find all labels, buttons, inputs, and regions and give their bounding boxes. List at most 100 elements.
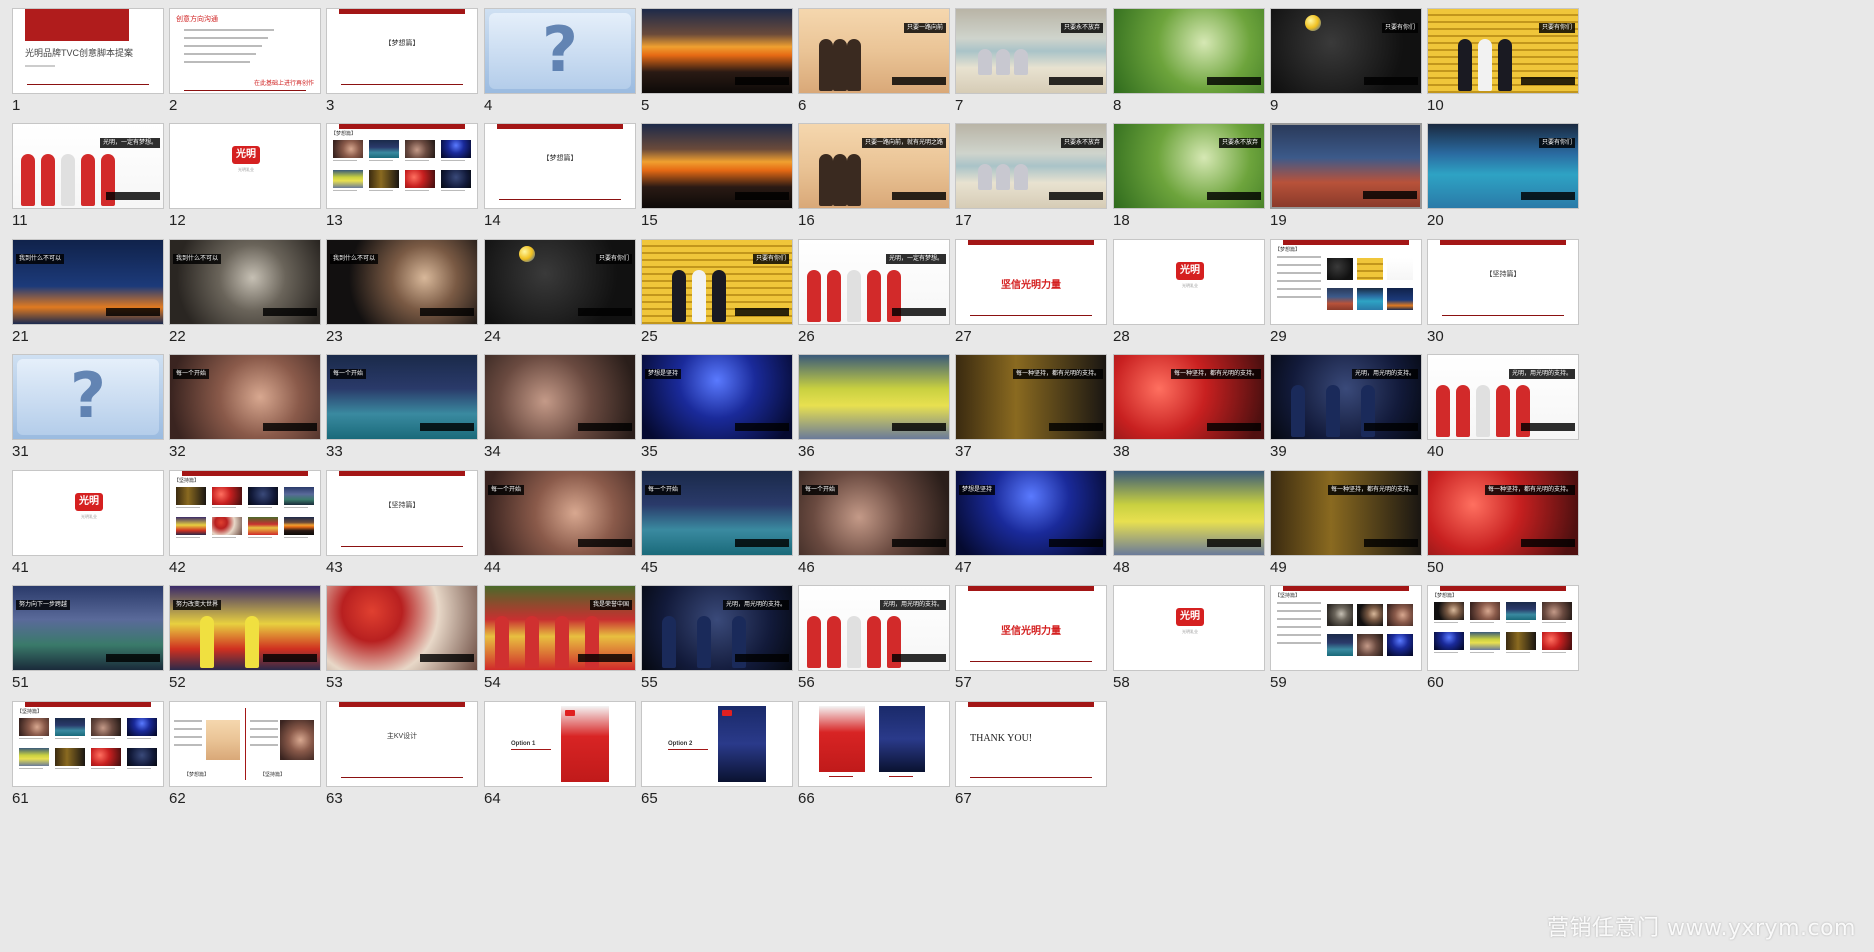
slide-preview[interactable]: 光明，用光明的支持。 xyxy=(1270,354,1422,440)
slide-thumbnail[interactable]: 光明 光明乳业 58 xyxy=(1113,585,1265,692)
slide-thumbnail[interactable]: 每一种坚持，都有光明的支持。 50 xyxy=(1427,470,1579,577)
slide-preview[interactable]: 每一个开始 xyxy=(484,470,636,556)
slide-preview[interactable] xyxy=(641,8,793,94)
slide-thumbnail[interactable]: 【梦想篇】 【坚持篇】 62 xyxy=(169,701,321,808)
slide-preview[interactable]: 【坚持篇】 xyxy=(1427,239,1579,325)
slide-preview[interactable]: 坚信光明力量 xyxy=(955,585,1107,671)
slide-preview[interactable]: 光明 光明乳业 xyxy=(12,470,164,556)
slide-thumbnail[interactable]: 创意方向沟通 在此基础上进行再创作 2 xyxy=(169,8,321,115)
slide-thumbnail[interactable]: 只要有你们 9 xyxy=(1270,8,1422,115)
slide-preview[interactable]: 创意方向沟通 在此基础上进行再创作 xyxy=(169,8,321,94)
slide-preview[interactable]: 【坚持篇】 xyxy=(326,470,478,556)
slide-preview[interactable]: 每一个开始 xyxy=(169,354,321,440)
slide-thumbnail[interactable]: 每一种坚持，都有光明的支持。 38 xyxy=(1113,354,1265,461)
slide-thumbnail[interactable]: 【坚持篇】 42 xyxy=(169,470,321,577)
slide-thumbnail[interactable]: 我到什么不可以 22 xyxy=(169,239,321,346)
slide-thumbnail[interactable]: 努力改变大世界 52 xyxy=(169,585,321,692)
slide-preview[interactable]: 【梦想篇】 xyxy=(1270,239,1422,325)
slide-preview[interactable]: 【梦想篇】 xyxy=(484,123,636,209)
slide-preview[interactable]: 【坚持篇】 xyxy=(12,701,164,787)
slide-preview[interactable]: 每一种坚持，都有光明的支持。 xyxy=(955,354,1107,440)
slide-thumbnail[interactable]: 只要有你们 25 xyxy=(641,239,793,346)
slide-preview[interactable] xyxy=(641,123,793,209)
slide-thumbnail[interactable]: 34 xyxy=(484,354,636,461)
slide-thumbnail[interactable]: 8 xyxy=(1113,8,1265,115)
slide-thumbnail[interactable]: 只要有你们 24 xyxy=(484,239,636,346)
slide-preview[interactable]: Option 1 xyxy=(484,701,636,787)
slide-thumbnail[interactable]: 主KV设计 63 xyxy=(326,701,478,808)
slide-thumbnail[interactable]: ? 4 xyxy=(484,8,636,115)
slide-thumbnail[interactable]: 光明，一定有梦想。 11 xyxy=(12,123,164,230)
slide-thumbnail[interactable]: 光明，用光明的支持。 39 xyxy=(1270,354,1422,461)
slide-preview[interactable]: 我到什么不可以 xyxy=(12,239,164,325)
slide-thumbnail[interactable]: 我到什么不可以 23 xyxy=(326,239,478,346)
slide-thumbnail[interactable]: 光明 光明乳业 41 xyxy=(12,470,164,577)
slide-preview[interactable]: 【坚持篇】 xyxy=(1270,585,1422,671)
slide-preview[interactable] xyxy=(1113,470,1265,556)
slide-thumbnail[interactable]: 光明品牌TVC创意脚本提案 1 xyxy=(12,8,164,115)
slide-thumbnail[interactable]: 光明 光明乳业 12 xyxy=(169,123,321,230)
slide-thumbnail[interactable]: 48 xyxy=(1113,470,1265,577)
slide-thumbnail[interactable]: 【坚持篇】 59 xyxy=(1270,585,1422,692)
slide-preview[interactable]: ? xyxy=(484,8,636,94)
slide-thumbnail[interactable]: 【梦想篇】 3 xyxy=(326,8,478,115)
slide-thumbnail[interactable]: ? 31 xyxy=(12,354,164,461)
slide-preview[interactable]: 每一种坚持，都有光明的支持。 xyxy=(1113,354,1265,440)
slide-thumbnail[interactable]: 36 xyxy=(798,354,950,461)
slide-preview[interactable] xyxy=(1270,123,1422,209)
slide-preview[interactable] xyxy=(1113,8,1265,94)
slide-preview[interactable]: 【梦想篇】 xyxy=(326,8,478,94)
slide-thumbnail[interactable]: 光明，一定有梦想。 26 xyxy=(798,239,950,346)
slide-thumbnail[interactable]: 【梦想篇】 29 xyxy=(1270,239,1422,346)
slide-preview[interactable]: 【梦想篇】 xyxy=(326,123,478,209)
slide-preview[interactable]: 梦想是坚持 xyxy=(955,470,1107,556)
slide-thumbnail[interactable]: 坚信光明力量 27 xyxy=(955,239,1107,346)
slide-thumbnail[interactable]: 努力向下一步跨越 51 xyxy=(12,585,164,692)
slide-thumbnail[interactable]: 【坚持篇】 30 xyxy=(1427,239,1579,346)
slide-thumbnail[interactable]: 每一个开始 45 xyxy=(641,470,793,577)
slide-thumbnail[interactable]: 【梦想篇】 60 xyxy=(1427,585,1579,692)
slide-thumbnail[interactable]: 只要永不放弃 7 xyxy=(955,8,1107,115)
slide-thumbnail[interactable]: 【坚持篇】 61 xyxy=(12,701,164,808)
slide-preview[interactable]: 我是荣誉中国 xyxy=(484,585,636,671)
slide-preview[interactable]: 每一个开始 xyxy=(798,470,950,556)
slide-thumbnail[interactable]: 【梦想篇】 13 xyxy=(326,123,478,230)
slide-preview[interactable]: 光明，一定有梦想。 xyxy=(12,123,164,209)
slide-preview[interactable] xyxy=(484,354,636,440)
slide-thumbnail[interactable]: 每一个开始 32 xyxy=(169,354,321,461)
slide-thumbnail[interactable]: 光明 光明乳业 28 xyxy=(1113,239,1265,346)
slide-preview[interactable]: 梦想是坚持 xyxy=(641,354,793,440)
slide-preview[interactable]: 光明，用光明的支持。 xyxy=(1427,354,1579,440)
slide-thumbnail[interactable]: 我是荣誉中国 54 xyxy=(484,585,636,692)
slide-preview[interactable]: 光明，用光明的支持。 xyxy=(641,585,793,671)
slide-preview[interactable]: 努力改变大世界 xyxy=(169,585,321,671)
slide-preview[interactable]: 光明品牌TVC创意脚本提案 xyxy=(12,8,164,94)
slide-thumbnail[interactable]: 只要有你们 20 xyxy=(1427,123,1579,230)
slide-thumbnail[interactable]: 每一个开始 46 xyxy=(798,470,950,577)
slide-preview[interactable]: 只要有你们 xyxy=(1427,8,1579,94)
slide-preview[interactable]: 只要有你们 xyxy=(1427,123,1579,209)
slide-thumbnail[interactable]: 只要一路向前 6 xyxy=(798,8,950,115)
slide-preview[interactable]: THANK YOU! xyxy=(955,701,1107,787)
slide-preview[interactable]: 光明 光明乳业 xyxy=(1113,239,1265,325)
slide-thumbnail[interactable]: 梦想是坚持 47 xyxy=(955,470,1107,577)
slide-preview[interactable]: 每一个开始 xyxy=(326,354,478,440)
slide-thumbnail[interactable]: 光明，用光明的支持。 40 xyxy=(1427,354,1579,461)
slide-thumbnail[interactable]: 光明，用光明的支持。 56 xyxy=(798,585,950,692)
slide-thumbnail[interactable]: Option 2 65 xyxy=(641,701,793,808)
slide-preview[interactable]: 坚信光明力量 xyxy=(955,239,1107,325)
slide-preview[interactable]: 光明 光明乳业 xyxy=(1113,585,1265,671)
slide-preview[interactable]: 每一种坚持，都有光明的支持。 xyxy=(1427,470,1579,556)
slide-preview[interactable]: 只要一路向前，就有光明之路 xyxy=(798,123,950,209)
slide-preview[interactable]: 光明，一定有梦想。 xyxy=(798,239,950,325)
slide-thumbnail[interactable]: THANK YOU! 67 xyxy=(955,701,1107,808)
slide-preview[interactable]: 主KV设计 xyxy=(326,701,478,787)
slide-preview[interactable]: 【坚持篇】 xyxy=(169,470,321,556)
slide-preview[interactable]: 【梦想篇】 xyxy=(1427,585,1579,671)
slide-thumbnail[interactable]: Option 1 64 xyxy=(484,701,636,808)
slide-thumbnail[interactable]: 每一个开始 33 xyxy=(326,354,478,461)
slide-preview[interactable] xyxy=(798,354,950,440)
slide-preview[interactable] xyxy=(798,701,950,787)
slide-thumbnail[interactable]: 66 xyxy=(798,701,950,808)
slide-preview[interactable]: 只要有你们 xyxy=(1270,8,1422,94)
